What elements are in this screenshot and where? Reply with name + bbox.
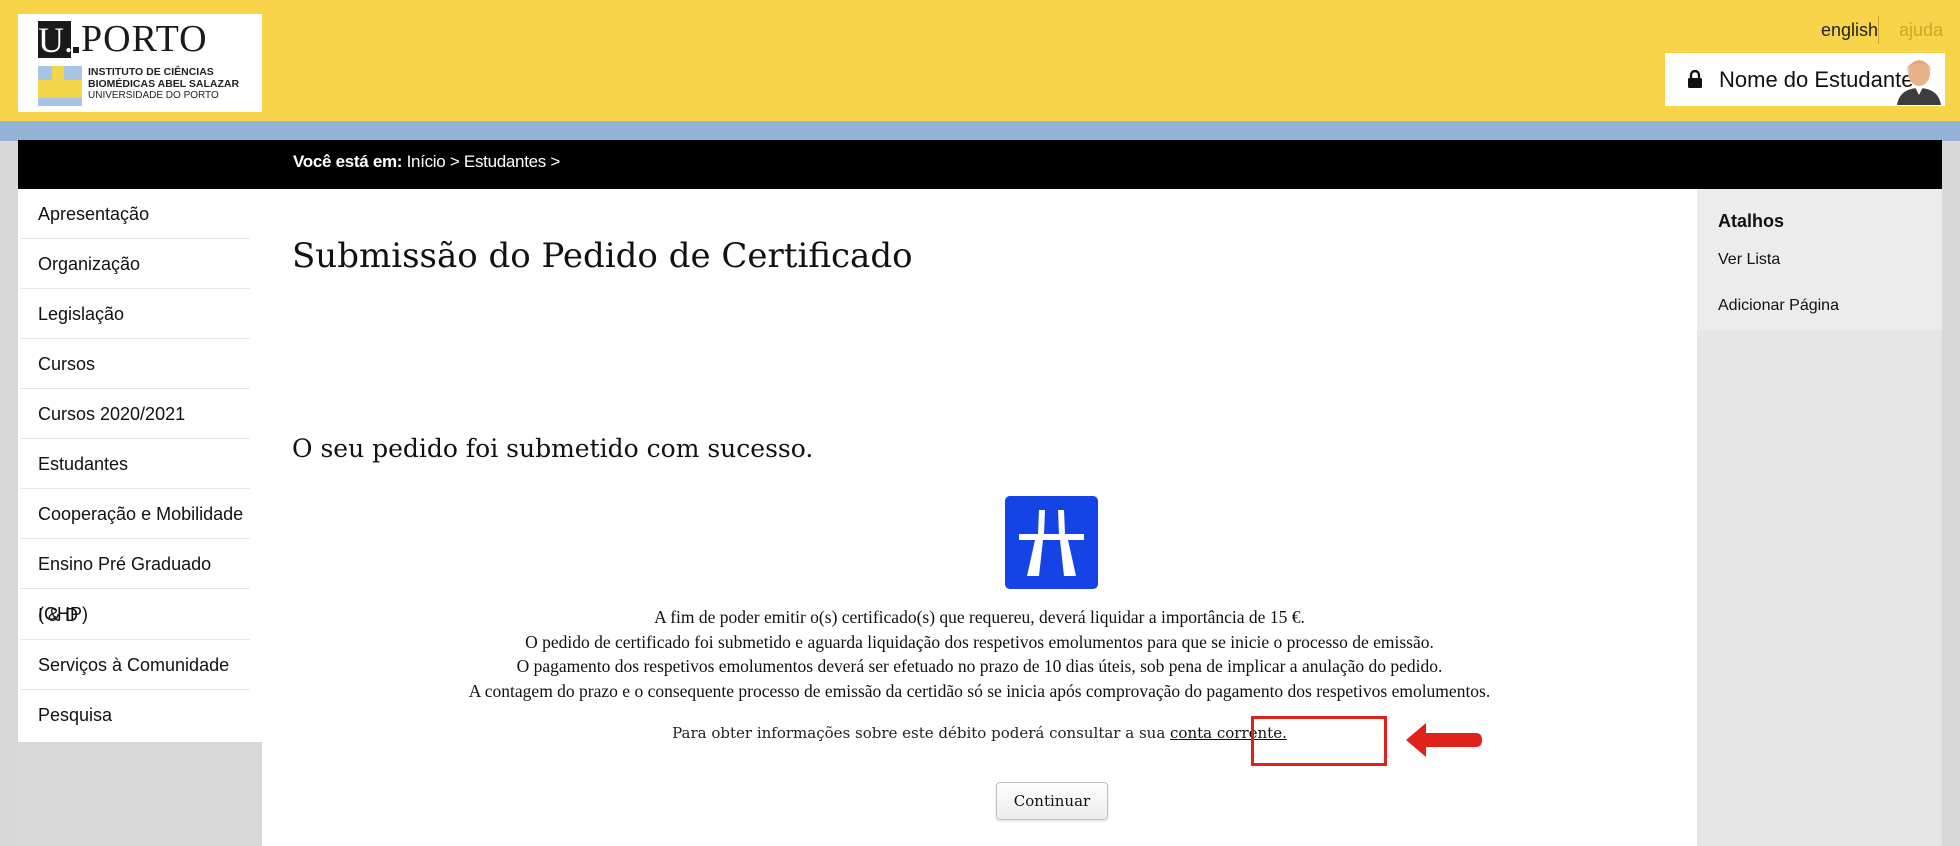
breadcrumb-path[interactable]: Início > Estudantes > bbox=[402, 152, 561, 171]
sidebar-item-estudantes[interactable]: Estudantes bbox=[20, 439, 250, 489]
message-line-3: O pagamento dos respetivos emolumentos d… bbox=[516, 656, 1443, 676]
continue-button[interactable]: Continuar bbox=[996, 782, 1108, 820]
language-link[interactable]: english bbox=[1821, 20, 1878, 41]
sidebar-item-label: Estudantes bbox=[38, 454, 129, 474]
shortcuts-title: Atalhos bbox=[1718, 211, 1785, 231]
breadcrumb-prefix: Você está em: bbox=[293, 152, 403, 171]
sidebar-item-label: Pesquisa bbox=[38, 705, 113, 725]
sidebar-item-label: Serviços à Comunidade bbox=[38, 655, 230, 675]
sidebar-item-pesquisa[interactable]: Pesquisa bbox=[20, 690, 250, 740]
message-line-4: A contagem do prazo e o consequente proc… bbox=[468, 681, 1491, 701]
sidebar-item-cooperacao[interactable]: Cooperação e Mobilidade bbox=[20, 489, 250, 539]
shortcut-ver-lista[interactable]: Ver Lista bbox=[1718, 251, 1780, 269]
sidebar-item-label: Cooperação e Mobilidade bbox=[38, 504, 244, 524]
lock-icon bbox=[1688, 70, 1702, 88]
logo-dot bbox=[73, 47, 79, 53]
help-link[interactable]: ajuda bbox=[1899, 20, 1943, 41]
university-logo[interactable]: U. PORTO INSTITUTO DE CIÊNCIAS BIOMÉDICA… bbox=[18, 14, 262, 112]
highlight-box bbox=[1251, 716, 1387, 766]
sidebar-item-label: Legislação bbox=[38, 304, 125, 324]
logo-porto: PORTO bbox=[81, 18, 208, 60]
sidebar-item-label: Apresentação bbox=[38, 204, 150, 224]
header-strip bbox=[0, 121, 1960, 141]
breadcrumb: Você está em: Início > Estudantes > bbox=[293, 152, 560, 172]
motorway-sign-icon bbox=[1005, 496, 1098, 589]
logo-line-1: INSTITUTO DE CIÊNCIAS bbox=[88, 66, 214, 78]
logo-line-2: BIOMÉDICAS ABEL SALAZAR bbox=[88, 78, 240, 90]
sidebar-item-i-d[interactable]: I & D bbox=[20, 590, 250, 640]
account-info-text: Para obter informações sobre este débito… bbox=[672, 724, 1171, 742]
arrow-left-icon bbox=[1406, 723, 1482, 757]
logo-line-3: UNIVERSIDADE DO PORTO bbox=[88, 90, 219, 101]
sidebar-item-label: Cursos 2020/2021 bbox=[38, 404, 186, 424]
logo-text: INSTITUTO DE CIÊNCIAS BIOMÉDICAS ABEL SA… bbox=[88, 66, 239, 102]
sidebar-item-ensino-pre-graduado[interactable]: Ensino Pré Graduado (CHP) bbox=[20, 539, 250, 624]
sidebar-item-cursos-2020-2021[interactable]: Cursos 2020/2021 bbox=[20, 389, 250, 439]
sidebar-filler bbox=[18, 742, 262, 846]
logo-emblem-icon bbox=[38, 66, 82, 106]
sidebar-item-label: Cursos bbox=[38, 354, 96, 374]
sidebar-item-servicos-comunidade[interactable]: Serviços à Comunidade bbox=[20, 640, 250, 690]
page-title: Submissão do Pedido de Certificado bbox=[292, 236, 913, 276]
user-name: Nome do Estudante bbox=[1719, 67, 1914, 92]
sidebar-item-organizacao[interactable]: Organização bbox=[20, 239, 250, 289]
logo-u-mark: U. bbox=[38, 20, 73, 60]
sidebar-item-label: I & D bbox=[38, 605, 79, 625]
header-divider bbox=[1878, 16, 1879, 44]
sidebar-item-apresentacao[interactable]: Apresentação bbox=[20, 189, 250, 239]
sidebar-item-label: Organização bbox=[38, 254, 141, 274]
message-line-2: O pedido de certificado foi submetido e … bbox=[525, 632, 1434, 652]
success-message: O seu pedido foi submetido com sucesso. bbox=[292, 434, 814, 463]
message-line-1: A fim de poder emitir o(s) certificado(s… bbox=[654, 607, 1305, 627]
user-menu[interactable]: Nome do Estudante bbox=[1665, 53, 1945, 106]
sidebar-item-cursos[interactable]: Cursos bbox=[20, 339, 250, 389]
avatar-icon bbox=[1897, 60, 1941, 105]
shortcut-adicionar-pagina[interactable]: Adicionar Página bbox=[1718, 297, 1839, 315]
sidebar-item-legislacao[interactable]: Legislação bbox=[20, 289, 250, 339]
